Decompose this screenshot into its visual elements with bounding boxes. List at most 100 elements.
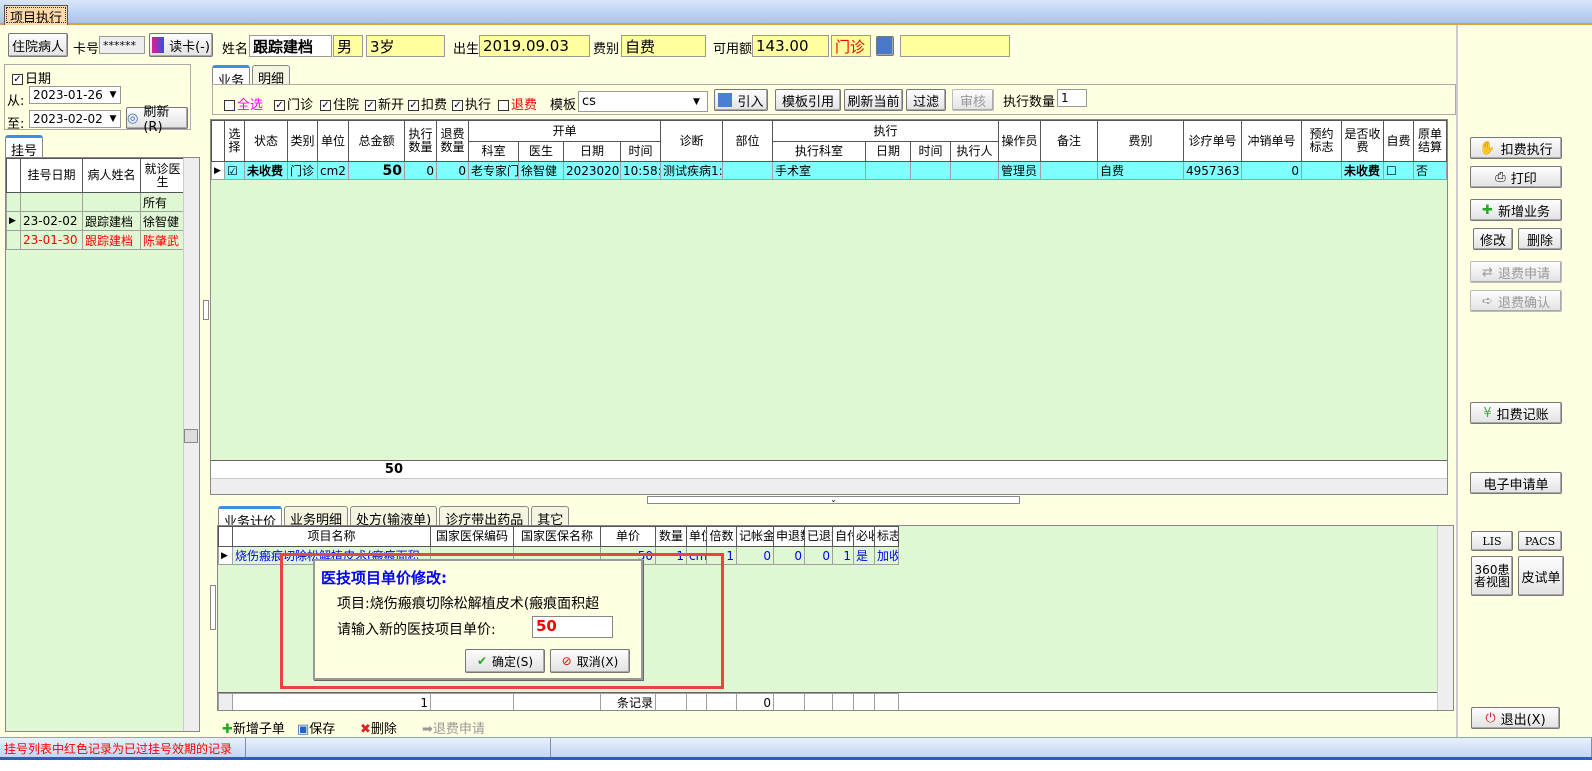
table-cell: 0 [1241, 161, 1303, 180]
fee-type-field[interactable]: 自费 [621, 35, 706, 57]
e-request-button[interactable]: 电子申请单 [1470, 472, 1562, 494]
delete-button[interactable]: ✖删除 [360, 718, 397, 737]
status-panel [551, 738, 1592, 757]
table-cell[interactable]: ☐ [1383, 161, 1415, 180]
vertical-scrollbar[interactable] [183, 158, 199, 731]
refresh-current-button[interactable]: 刷新当前 [844, 89, 903, 111]
skin-test-button[interactable]: 皮试单 [1518, 556, 1564, 596]
lis-button[interactable]: LIS [1471, 531, 1513, 551]
add-icon: ✚ [222, 722, 233, 737]
executed-label: 执行 [465, 98, 492, 113]
collapse-left-handle[interactable] [210, 585, 216, 630]
new-checkbox[interactable]: ✓ 新开 [365, 94, 404, 113]
title-bar [0, 0, 1592, 25]
refresh-button[interactable]: ◎ 刷新(R) [126, 105, 188, 135]
available-amount-field[interactable]: 143.00 [752, 35, 829, 57]
charged-checkbox[interactable]: ✓ 扣费 [408, 94, 447, 113]
scroll-thumb[interactable] [184, 429, 198, 443]
footer-row: 1 条记录 0 [218, 692, 1438, 710]
tab-project-execution[interactable]: 项目执行 [4, 5, 69, 26]
visit-type-field[interactable]: 门诊 [831, 35, 871, 57]
delete-icon: ✖ [360, 722, 371, 737]
status-message: 挂号列表中红色记录为已过挂号效期的记录 [0, 738, 246, 757]
date-checkbox[interactable]: ✓ 日期 [12, 68, 51, 87]
table-row[interactable]: 23-01-30 跟踪建档 陈肇武 [6, 230, 185, 250]
charge-execute-button[interactable]: ✋ 扣费执行 [1470, 137, 1562, 159]
audit-button[interactable]: 审核 [952, 89, 994, 111]
status-bar: 挂号列表中红色记录为已过挂号效期的记录 [0, 737, 1592, 757]
archive-icon[interactable] [876, 36, 894, 56]
inpatient-checkbox[interactable]: ✓ 住院 [320, 94, 359, 113]
to-date-picker[interactable]: 2023-02-02 ▼ [29, 110, 121, 128]
exchange-icon: ⇄ [1482, 264, 1493, 280]
filter-button[interactable]: 过滤 [906, 89, 946, 111]
table-cell[interactable]: ☑ [224, 161, 245, 180]
splitter-handle[interactable]: ⌄ [647, 496, 1020, 504]
outpatient-checkbox[interactable]: ✓ 门诊 [274, 94, 313, 113]
save-button[interactable]: ▣保存 [297, 718, 335, 737]
column-header: 时间 [910, 141, 952, 162]
confirm-icon: ✔ [476, 654, 488, 668]
column-header: 医生 [518, 141, 564, 162]
column-header: 选择 [224, 120, 245, 162]
gender-field[interactable]: 男 [333, 35, 363, 57]
table-row[interactable]: ▶ 23-02-02 跟踪建档 徐智健 [6, 211, 185, 231]
hand-icon: ✋ [1479, 140, 1496, 156]
add-sub-order-button[interactable]: ✚新增子单 [222, 718, 285, 737]
birth-field[interactable]: 2019.09.03 [479, 35, 590, 57]
confirm-button[interactable]: ✔ 确定(S) [465, 649, 545, 673]
table-cell [1040, 161, 1099, 180]
read-card-button[interactable]: 读卡(-) [149, 33, 213, 57]
from-label: 从: [7, 94, 25, 109]
modify-button[interactable]: 修改 [1473, 228, 1513, 250]
cancel-icon: ⊘ [561, 654, 572, 668]
select-all-checkbox[interactable]: 全选 [224, 94, 263, 113]
horizontal-scrollbar[interactable] [211, 478, 1447, 494]
chevron-down-icon[interactable]: ▼ [106, 114, 120, 124]
registration-grid: 挂号日期 病人姓名 就诊医生 所有 ▶ 23-02-02 跟踪建档 徐智健 23-01-30 跟踪… [5, 157, 200, 732]
pacs-button[interactable]: PACS [1518, 531, 1562, 551]
add-business-button[interactable]: ✚ 新增业务 [1470, 199, 1562, 221]
charge-account-button[interactable]: ¥ 扣费记账 [1470, 402, 1562, 424]
age-field[interactable]: 3岁 [366, 35, 445, 57]
column-header: 执行人 [950, 141, 1000, 162]
template-reference-button[interactable]: 模板引用 [775, 89, 841, 111]
delete-business-button[interactable]: 删除 [1518, 228, 1562, 250]
template-label: 模板 [550, 98, 577, 113]
import-button[interactable]: 引入 [714, 89, 768, 111]
collapse-left-handle[interactable] [203, 300, 209, 320]
cancel-button[interactable]: ⊘ 取消(X) [550, 649, 630, 673]
chevron-down-icon[interactable]: ▼ [106, 90, 120, 100]
read-card-label: 读卡(-) [169, 39, 210, 55]
card-number-field[interactable]: ****** [99, 36, 145, 54]
total-row: 50 [211, 460, 1447, 478]
from-date-value: 2023-01-26 [33, 88, 103, 102]
refund-confirm-button[interactable]: ➪ 退费确认 [1470, 290, 1562, 312]
refund-request-button[interactable]: ⇄ 退费申请 [1470, 261, 1562, 283]
print-button[interactable]: ⎙ 打印 [1470, 166, 1562, 188]
inpatient-button[interactable]: 住院病人 [8, 33, 68, 57]
executed-checkbox[interactable]: ✓ 执行 [452, 94, 491, 113]
available-label: 可用额 [713, 42, 753, 57]
filter-cell [20, 192, 83, 212]
from-date-picker[interactable]: 2023-01-26 ▼ [29, 86, 121, 104]
refund-checkbox[interactable]: 退费 [498, 94, 537, 113]
vertical-scrollbar[interactable] [1437, 526, 1453, 710]
new-price-input[interactable]: 50 [532, 616, 613, 638]
confirm-label: 确定(S) [492, 654, 534, 669]
patient-name-field[interactable]: 跟踪建档 [249, 35, 332, 57]
patient-360-button[interactable]: 360患者视图 [1471, 556, 1513, 596]
exec-qty-label: 执行数量 [1003, 95, 1056, 110]
birth-label: 出生 [453, 42, 480, 57]
column-header: 时间 [619, 141, 662, 162]
chevron-down-icon[interactable]: ▼ [693, 97, 707, 107]
exec-qty-input[interactable]: 1 [1057, 89, 1087, 107]
refund-request-toolbar-button[interactable]: ➡退费申请 [422, 718, 485, 737]
table-row[interactable]: ▶☑未收费门诊cm25000老专家门徐智健2023020210:58:测试疾病1… [211, 161, 1447, 180]
exit-button[interactable]: ⏻ 退出(X) [1471, 707, 1560, 729]
extra-field[interactable] [900, 35, 1010, 57]
template-select[interactable]: cs ▼ [578, 91, 708, 112]
table-cell: 0 [773, 546, 805, 565]
column-header: 是否收费 [1341, 120, 1385, 162]
footer-cell [430, 693, 514, 710]
